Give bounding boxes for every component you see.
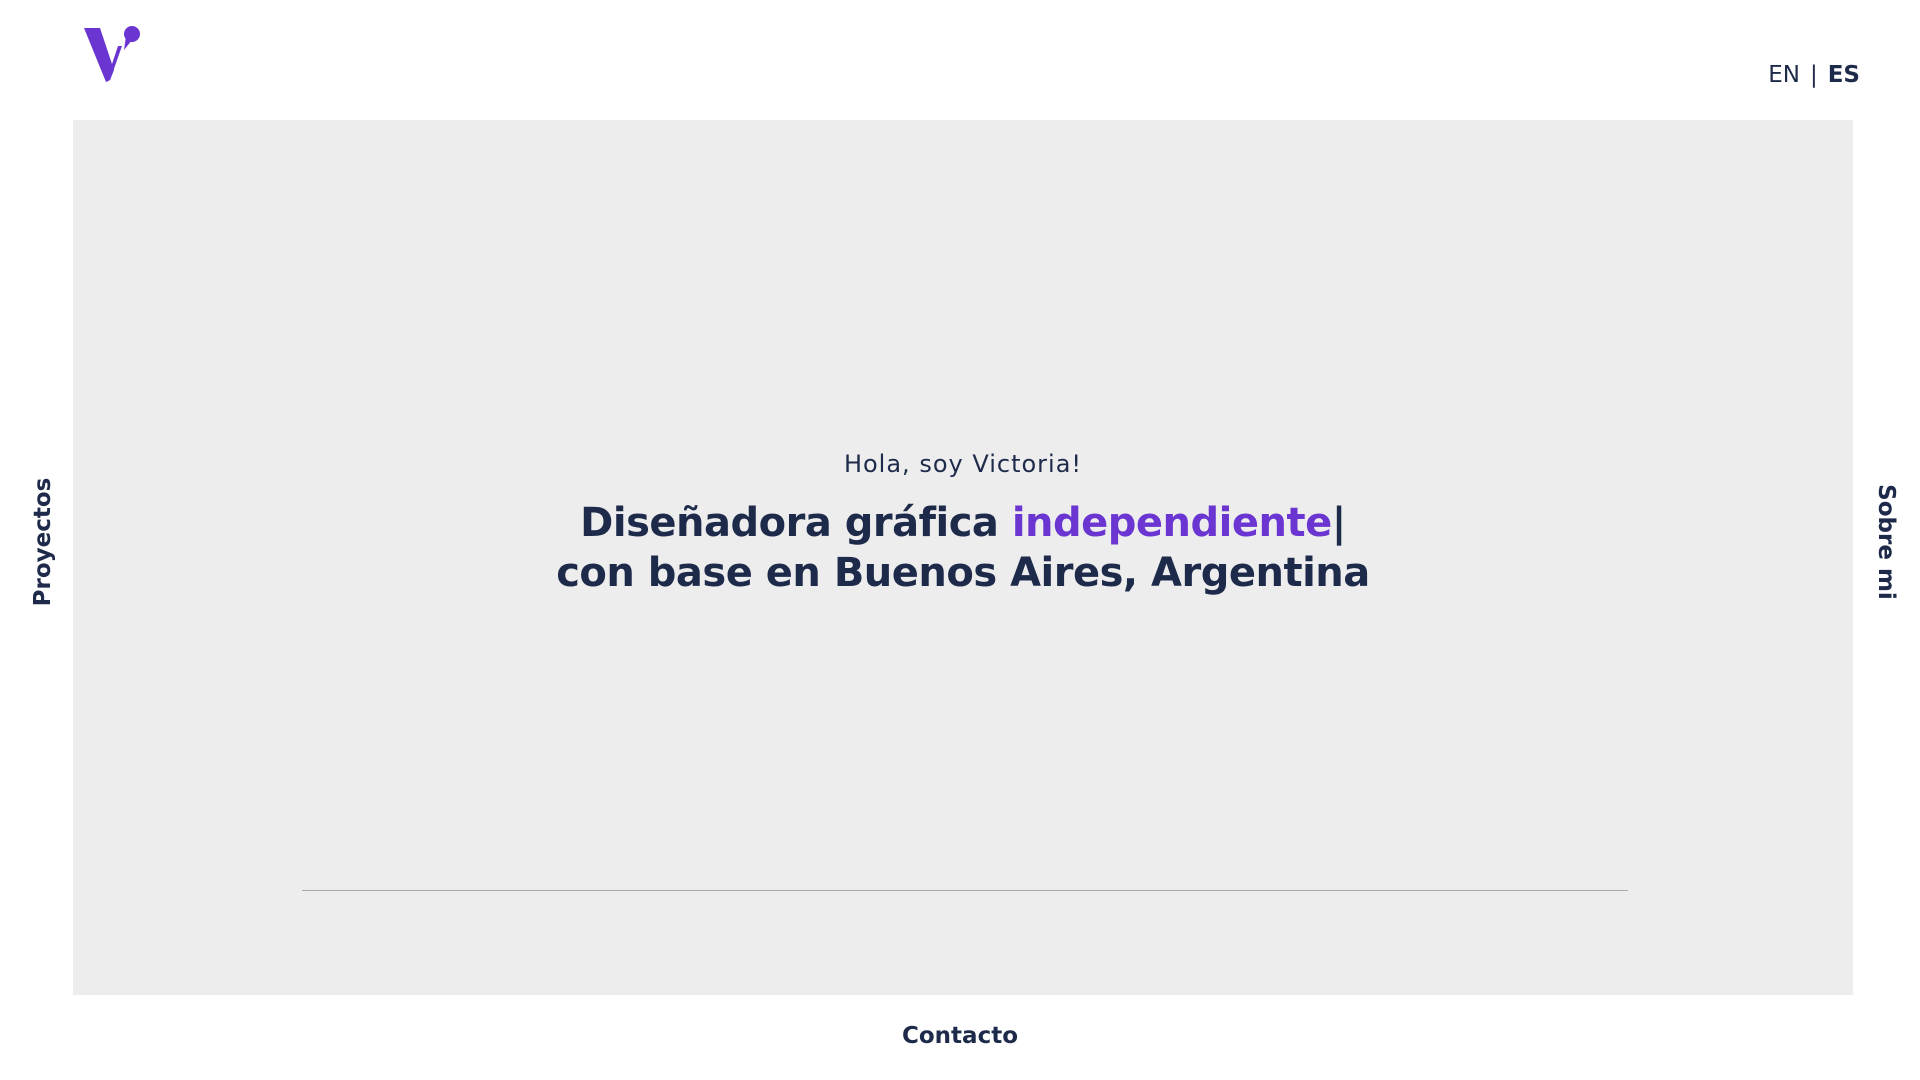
hero-divider bbox=[302, 890, 1628, 891]
hero-headline: Diseñadora gráfica independiente| con ba… bbox=[73, 498, 1853, 598]
hero-greeting: Hola, soy Victoria! bbox=[843, 450, 1083, 478]
contact-nav: Contacto bbox=[0, 1023, 1920, 1049]
headline-text: Diseñadora gráfica bbox=[580, 500, 1012, 546]
lang-es-link[interactable]: ES bbox=[1828, 62, 1860, 88]
lang-separator: | bbox=[1809, 62, 1818, 88]
lang-en-link[interactable]: EN bbox=[1768, 62, 1800, 88]
nav-proyectos-link[interactable]: Proyectos bbox=[30, 478, 56, 607]
nav-sobre-mi-link[interactable]: Sobre mi bbox=[1873, 484, 1899, 600]
headline-line-2: con base en Buenos Aires, Argentina bbox=[556, 550, 1370, 596]
hero-section: Hola, soy Victoria! Diseñadora gráfica i… bbox=[73, 120, 1853, 995]
language-switcher: EN | ES bbox=[1768, 62, 1860, 88]
headline-accent-word: independiente bbox=[1011, 500, 1332, 546]
page: EN | ES Hola, soy Victoria! Diseñadora g… bbox=[0, 0, 1920, 1080]
nav-contacto-link[interactable]: Contacto bbox=[902, 1023, 1018, 1049]
logo-icon[interactable] bbox=[82, 22, 142, 86]
typing-cursor: | bbox=[1331, 500, 1347, 546]
